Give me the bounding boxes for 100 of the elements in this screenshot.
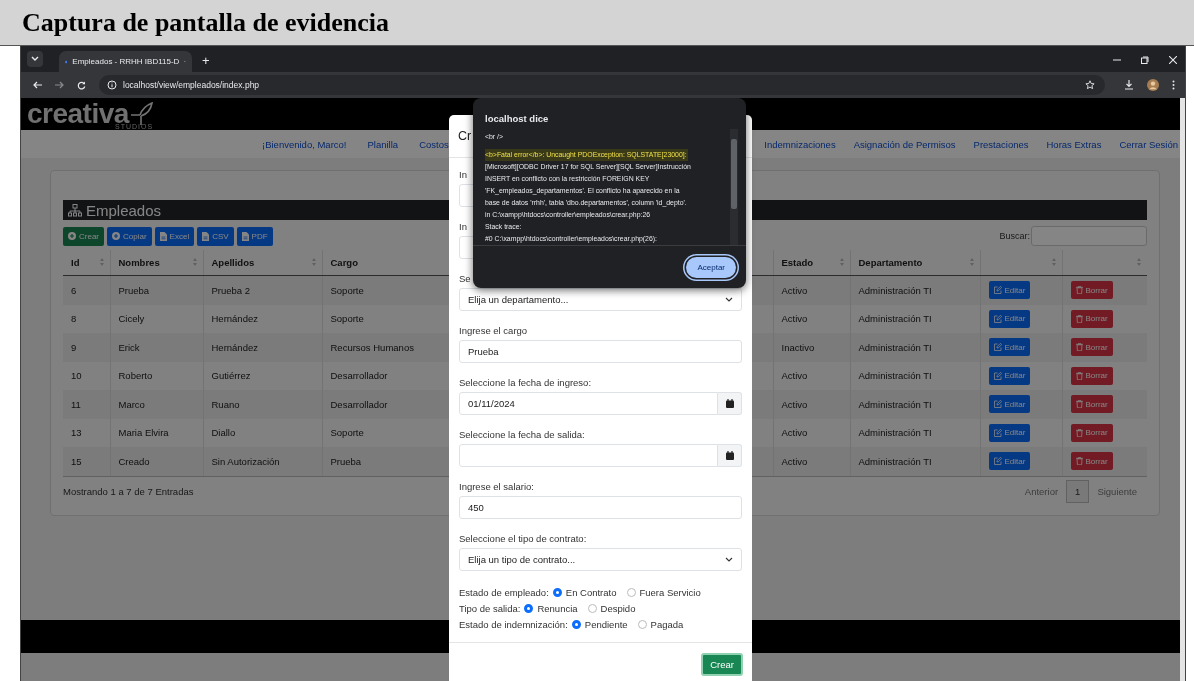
edit-button[interactable]: Editar [988,309,1031,328]
next-link[interactable]: Siguiente [1097,486,1137,497]
radio-label[interactable]: Fuera Servicio [639,586,701,598]
column-header[interactable]: Nombres [118,257,160,268]
column-header[interactable]: Departamento [858,257,923,268]
select-field[interactable]: Elija un departamento... [459,288,742,311]
file-icon [241,231,249,241]
radio-label[interactable]: Renuncia [537,602,578,614]
date-field[interactable]: 01/11/2024 [459,392,718,415]
radio-button[interactable] [637,619,647,629]
edit-button[interactable]: Editar [988,338,1031,357]
minimize-icon[interactable] [1113,56,1121,64]
export-button[interactable]: Copiar [107,226,152,246]
browser-tab[interactable]: Empleados - RRHH IBD115-D [59,51,192,72]
table-cell: Inactivo [773,333,850,362]
column-header[interactable]: Cargo [330,257,358,268]
delete-button[interactable]: Borrar [1070,366,1113,385]
radio-button[interactable] [524,603,534,613]
nav-link[interactable]: Cerrar Sesión [1119,138,1178,150]
radio-label[interactable]: Pagada [650,618,684,630]
table-cell: Activo [773,447,850,476]
delete-button[interactable]: Borrar [1070,309,1113,328]
table-cell: Marco [110,390,203,419]
nav-link[interactable]: ¡Bienvenido, Marco! [262,138,347,150]
nav-link[interactable]: Planilla [367,138,399,150]
page-scrollbar[interactable] [1180,98,1185,681]
create-button[interactable]: Crear [701,653,743,676]
export-button[interactable]: Crear [63,226,104,246]
back-icon[interactable] [33,81,42,89]
sitemap-icon [68,203,82,217]
calendar-icon [725,451,734,460]
pencil-icon [993,457,1002,466]
table-cell: 10 [63,361,110,390]
restore-icon[interactable] [1141,56,1149,64]
edit-button[interactable]: Editar [988,452,1031,471]
reload-icon[interactable] [77,80,86,90]
star-icon[interactable] [1085,80,1095,90]
field-label: In [459,220,467,234]
export-button[interactable]: CSV [197,226,234,246]
edit-button[interactable]: Editar [988,366,1031,385]
pencil-icon [993,314,1002,323]
card-title: Empleados [86,201,162,219]
delete-button[interactable]: Borrar [1070,395,1113,414]
radio-label[interactable]: En Contrato [565,586,617,598]
trash-icon [1075,314,1083,323]
previous-link[interactable]: Anterior [1024,486,1059,497]
table-cell: Administración TI [850,390,980,419]
radio-button[interactable] [571,619,581,629]
export-button[interactable]: PDF [236,226,273,246]
input-field[interactable]: 450 [459,496,742,519]
column-header[interactable]: Id [71,257,80,268]
tab-list-button[interactable] [27,51,43,67]
leaf-icon [128,102,153,126]
column-header[interactable]: Estado [781,257,814,268]
edit-button[interactable]: Editar [988,423,1031,442]
table-cell: Sin Autorización [203,447,322,476]
address-bar[interactable]: localhost/view/empleados/index.php [99,75,1105,95]
radio-label[interactable]: Pendiente [584,618,628,630]
radio-button[interactable] [587,603,597,613]
select-field[interactable]: Elija un tipo de contrato... [459,548,742,571]
scrollbar[interactable] [730,129,738,245]
pencil-icon [993,428,1002,437]
delete-button[interactable]: Borrar [1070,452,1113,471]
field-label: Seleccione el tipo de contrato: [459,532,587,546]
file-icon [159,231,167,241]
page-number-button[interactable]: 1 [1066,480,1090,503]
edit-button[interactable]: Editar [988,281,1031,300]
edit-button[interactable]: Editar [988,395,1031,414]
delete-button[interactable]: Borrar [1070,423,1113,442]
nav-link[interactable]: Prestaciones [973,138,1029,150]
menu-icon[interactable] [1172,80,1175,90]
table-cell: 8 [63,304,110,333]
radio-button[interactable] [552,587,562,597]
export-button[interactable]: Excel [154,226,195,246]
table-cell: 9 [63,333,110,362]
download-icon[interactable] [1124,80,1134,90]
calendar-button[interactable] [718,392,742,415]
radio-group-label: Estado de indemnización: [459,618,568,630]
radio-label[interactable]: Despido [600,602,636,614]
nav-link[interactable]: Horas Extras [1046,138,1102,150]
delete-button[interactable]: Borrar [1070,281,1113,300]
close-icon[interactable] [1169,56,1177,64]
search-field[interactable] [1031,226,1147,246]
radio-button[interactable] [626,587,636,597]
forward-icon[interactable] [55,81,64,89]
plus-circle-icon [112,232,120,240]
date-field[interactable] [459,444,718,467]
chevron-down-icon [31,56,39,62]
trash-icon [1075,371,1083,380]
avatar-icon[interactable] [1147,79,1159,91]
nav-link[interactable]: Indemnizaciones [764,138,836,150]
nav-link[interactable]: Costos [419,138,449,150]
new-tab-button[interactable]: + [202,53,210,68]
delete-button[interactable]: Borrar [1070,338,1113,357]
column-header[interactable]: Apellidos [211,257,255,268]
nav-link[interactable]: Asignación de Permisos [853,138,956,150]
accept-button[interactable]: Aceptar [686,256,736,278]
radio-group-label: Tipo de salida: [459,602,521,614]
calendar-button[interactable] [718,444,742,467]
input-field[interactable]: Prueba [459,340,742,363]
